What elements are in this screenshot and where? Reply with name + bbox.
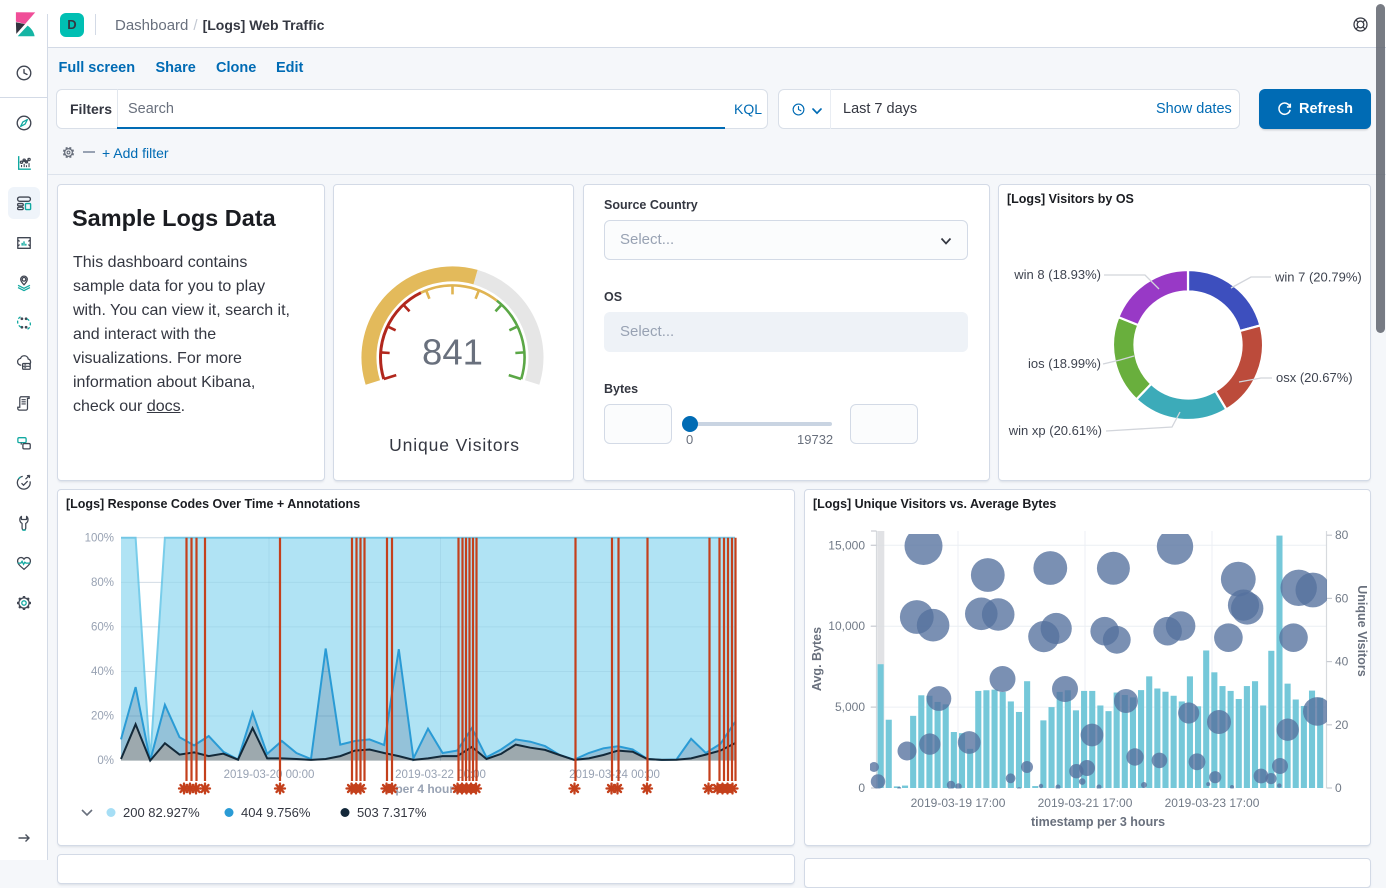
svg-text:60%: 60% xyxy=(91,621,114,633)
svg-text:40%: 40% xyxy=(91,666,114,678)
svg-text:2019-03-23 17:00: 2019-03-23 17:00 xyxy=(1165,796,1260,810)
svg-text:2019-03-19 17:00: 2019-03-19 17:00 xyxy=(911,796,1006,810)
svg-text:0: 0 xyxy=(858,781,865,795)
svg-text:841: 841 xyxy=(422,332,483,373)
svg-text:win 8 (18.93%): win 8 (18.93%) xyxy=(1013,267,1101,282)
svg-text:503 7.317%: 503 7.317% xyxy=(357,805,427,820)
svg-text:2019-03-24 00:00: 2019-03-24 00:00 xyxy=(569,769,660,781)
svg-text:100%: 100% xyxy=(85,532,114,544)
svg-text:0%: 0% xyxy=(97,755,114,767)
svg-text:per 4 hours: per 4 hours xyxy=(395,782,461,796)
svg-text:win xp (20.61%): win xp (20.61%) xyxy=(1008,423,1102,438)
svg-text:10,000: 10,000 xyxy=(828,619,865,633)
svg-text:80: 80 xyxy=(1335,528,1349,542)
svg-text:15,000: 15,000 xyxy=(828,538,865,552)
svg-text:2019-03-20 00:00: 2019-03-20 00:00 xyxy=(224,769,315,781)
svg-text:Unique Visitors: Unique Visitors xyxy=(1355,585,1369,677)
svg-text:60: 60 xyxy=(1335,591,1349,605)
svg-text:200 82.927%: 200 82.927% xyxy=(123,805,200,820)
svg-text:20%: 20% xyxy=(91,711,114,723)
svg-text:404 9.756%: 404 9.756% xyxy=(241,805,311,820)
svg-text:ios (18.99%): ios (18.99%) xyxy=(1028,356,1101,371)
svg-text:2019-03-21 17:00: 2019-03-21 17:00 xyxy=(1038,796,1133,810)
svg-text:20: 20 xyxy=(1335,718,1349,732)
svg-text:Avg. Bytes: Avg. Bytes xyxy=(810,627,824,691)
svg-text:timestamp per 3 hours: timestamp per 3 hours xyxy=(1031,815,1165,829)
svg-text:5,000: 5,000 xyxy=(835,700,865,714)
svg-text:80%: 80% xyxy=(91,577,114,589)
svg-text:osx (20.67%): osx (20.67%) xyxy=(1276,370,1353,385)
svg-text:win 7 (20.79%): win 7 (20.79%) xyxy=(1274,270,1362,285)
svg-text:0: 0 xyxy=(1335,781,1342,795)
svg-text:40: 40 xyxy=(1335,655,1349,669)
